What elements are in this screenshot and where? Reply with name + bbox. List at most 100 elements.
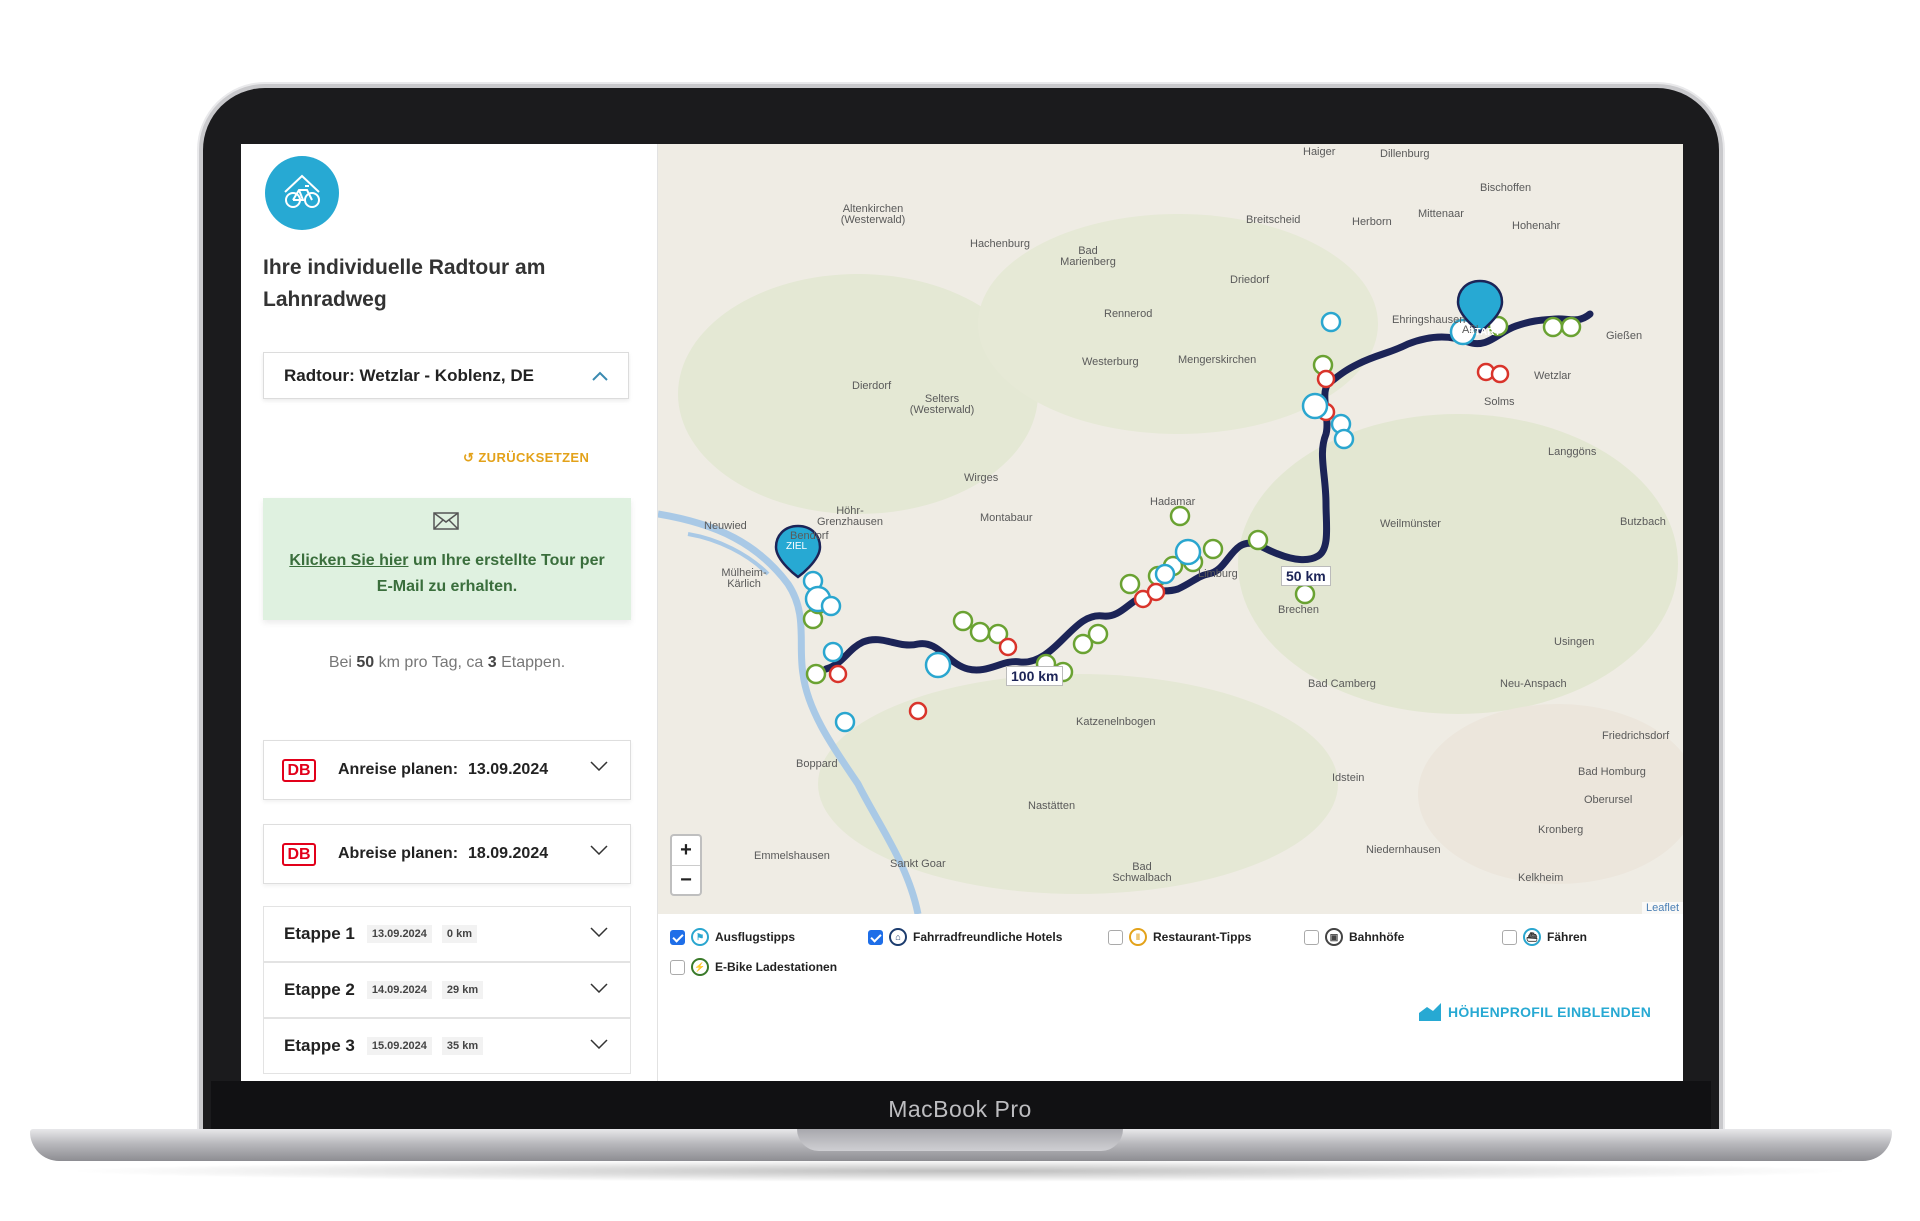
km-marker: 100 km bbox=[1006, 666, 1064, 686]
leaflet-attribution[interactable]: Leaflet bbox=[1641, 902, 1683, 914]
route-select-label: Radtour: Wetzlar - Koblenz, DE bbox=[284, 365, 534, 385]
restaurant-icon: ‖ bbox=[1129, 928, 1147, 946]
info-mid: km pro Tag, ca bbox=[378, 654, 484, 671]
bike-hotels-logo[interactable] bbox=[265, 156, 339, 230]
info-suffix: Etappen. bbox=[501, 654, 566, 671]
chevron-up-icon bbox=[592, 371, 608, 381]
page-title: Ihre individuelle Radtour am Lahnradweg bbox=[263, 256, 546, 311]
place-label: Breitscheid bbox=[1246, 214, 1301, 226]
place-label: Idstein bbox=[1332, 772, 1365, 784]
place-label: Brechen bbox=[1278, 604, 1319, 616]
elevation-profile-button[interactable]: HÖHENPROFIL EINBLENDEN bbox=[1418, 1002, 1651, 1022]
place-label: Usingen bbox=[1554, 636, 1595, 648]
legend-item-ebike[interactable]: ⚡ E-Bike Ladestationen bbox=[670, 958, 837, 976]
place-label: Weilmünster bbox=[1380, 518, 1441, 530]
stage-item[interactable]: Etappe 2 14.09.2024 29 km bbox=[263, 962, 631, 1018]
legend-label: Restaurant-Tipps bbox=[1153, 930, 1252, 944]
reset-button[interactable]: ↺ ZURÜCKSETZEN bbox=[463, 450, 589, 466]
place-label: Höhr-Grenzhausen bbox=[816, 505, 884, 528]
place-label: Sankt Goar bbox=[890, 858, 946, 870]
place-label: Bad Schwalbach bbox=[1112, 861, 1172, 884]
zoom-in-button[interactable]: + bbox=[672, 836, 700, 865]
stage-date: 14.09.2024 bbox=[366, 981, 432, 999]
chevron-down-icon bbox=[590, 1039, 608, 1049]
km-marker: 50 km bbox=[1281, 566, 1331, 586]
checkbox[interactable] bbox=[868, 929, 883, 945]
place-label: Mülheim-Kärlich bbox=[721, 567, 767, 590]
place-label: Driedorf bbox=[1230, 274, 1270, 286]
place-label: Katzenelnbogen bbox=[1076, 716, 1156, 728]
legend-item-ausflugstipps[interactable]: ⚑ Ausflugstipps bbox=[670, 928, 795, 946]
place-label: Friedrichsdorf bbox=[1602, 730, 1670, 742]
stage-info: Bei 50 km pro Tag, ca 3 Etappen. bbox=[263, 654, 631, 672]
route-select[interactable]: Radtour: Wetzlar - Koblenz, DE bbox=[263, 352, 629, 399]
place-label: Westerburg bbox=[1082, 356, 1139, 368]
checkbox[interactable] bbox=[670, 929, 685, 945]
info-stages: 3 bbox=[487, 654, 497, 671]
checkbox[interactable] bbox=[670, 959, 685, 975]
mountain-icon bbox=[1419, 1003, 1441, 1021]
db-logo-icon: DB bbox=[282, 842, 316, 866]
stage-km: 29 km bbox=[441, 981, 484, 999]
place-label: Emmelshausen bbox=[754, 850, 830, 862]
email-text: um Ihre erstellte Tour per E-Mail zu erh… bbox=[376, 552, 605, 595]
device-label: MacBook Pro bbox=[888, 1096, 1032, 1122]
place-label: Kronberg bbox=[1538, 824, 1584, 836]
envelope-icon bbox=[433, 512, 459, 530]
place-label: Bischoffen bbox=[1480, 182, 1532, 194]
place-label: Butzbach bbox=[1620, 516, 1666, 528]
legend-label: Fähren bbox=[1547, 930, 1588, 944]
stage-km: 0 km bbox=[441, 925, 477, 943]
legend-item-hotels[interactable]: ⌂ Fahrradfreundliche Hotels bbox=[868, 928, 1062, 946]
place-label: Langgöns bbox=[1548, 446, 1597, 458]
legend-item-faehren[interactable]: ⛴ Fähren bbox=[1502, 928, 1587, 946]
place-label: Oberursel bbox=[1584, 794, 1633, 806]
place-label: Selters (Westerwald) bbox=[909, 393, 975, 416]
place-label: Bad Marienberg bbox=[1060, 245, 1116, 268]
place-label: Boppard bbox=[796, 758, 838, 770]
bicycle-icon bbox=[284, 174, 320, 208]
checkbox[interactable] bbox=[1304, 929, 1319, 945]
place-label: Rennerod bbox=[1104, 308, 1153, 320]
map-canvas bbox=[658, 214, 1683, 914]
checkbox[interactable] bbox=[1108, 929, 1123, 945]
place-label: Hohenahr bbox=[1512, 220, 1561, 232]
place-label: Neuwied bbox=[704, 520, 747, 532]
hotel-icon: ⌂ bbox=[889, 928, 907, 946]
departure-date: 18.09.2024 bbox=[468, 845, 549, 862]
legend-item-restaurants[interactable]: ‖ Restaurant-Tipps bbox=[1108, 928, 1251, 946]
info-km: 50 bbox=[356, 654, 375, 671]
place-label: Gießen bbox=[1606, 330, 1643, 342]
laptop-notch bbox=[797, 1129, 1123, 1151]
place-label: Mengerskirchen bbox=[1178, 354, 1257, 366]
legend-item-bahnhoefe[interactable]: ▣ Bahnhöfe bbox=[1304, 928, 1404, 946]
place-label: Nastätten bbox=[1028, 800, 1076, 812]
zoom-control: + − bbox=[670, 834, 702, 896]
legend-label: Ausflugstipps bbox=[715, 930, 795, 944]
stage-item[interactable]: Etappe 1 13.09.2024 0 km bbox=[263, 906, 631, 962]
place-label: Wirges bbox=[964, 472, 999, 484]
checkbox[interactable] bbox=[1502, 929, 1517, 945]
laptop-shadow bbox=[60, 1160, 1860, 1182]
stage-name: Etappe 1 bbox=[284, 924, 355, 943]
stage-item[interactable]: Etappe 3 15.09.2024 35 km bbox=[263, 1018, 631, 1074]
sidebar: Ihre individuelle Radtour am Lahnradweg … bbox=[241, 144, 658, 1081]
route-map[interactable]: Haiger Dillenburg Bischoffen Altenkirche… bbox=[658, 144, 1683, 914]
chevron-down-icon bbox=[590, 845, 608, 855]
departure-label: Abreise planen: bbox=[338, 845, 459, 862]
place-label: Haiger bbox=[1303, 146, 1336, 158]
zoom-out-button[interactable]: − bbox=[672, 865, 700, 895]
place-label: Wetzlar bbox=[1534, 370, 1572, 382]
place-label: Herborn bbox=[1352, 216, 1392, 228]
departure-plan[interactable]: DB Abreise planen: 18.09.2024 bbox=[263, 824, 631, 884]
place-label: Bad Homburg bbox=[1578, 766, 1646, 778]
place-label: Dierdorf bbox=[852, 380, 892, 392]
email-link[interactable]: Klicken Sie hier bbox=[289, 552, 408, 569]
stage-name: Etappe 2 bbox=[284, 980, 355, 999]
train-icon: ▣ bbox=[1325, 928, 1343, 946]
arrival-plan[interactable]: DB Anreise planen: 13.09.2024 bbox=[263, 740, 631, 800]
stage-name: Etappe 3 bbox=[284, 1036, 355, 1055]
place-label: Hadamar bbox=[1150, 496, 1196, 508]
place-label: Solms bbox=[1484, 396, 1515, 408]
info-prefix: Bei bbox=[328, 654, 352, 671]
